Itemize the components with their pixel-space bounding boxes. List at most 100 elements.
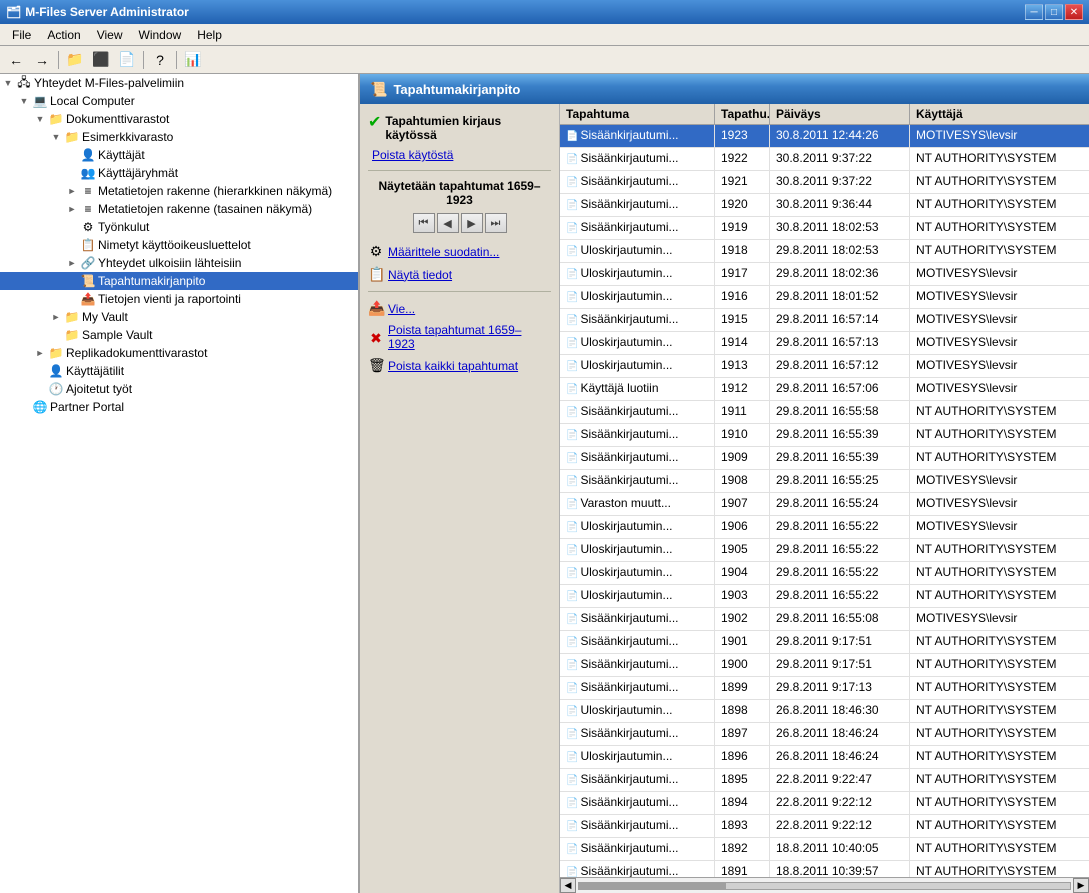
- tree-item-7[interactable]: ►≡Metatietojen rakenne (tasainen näkymä): [0, 200, 358, 218]
- tree-item-1[interactable]: ▼💻Local Computer: [0, 92, 358, 110]
- table-row[interactable]: 📄Sisäänkirjautumi... 1909 29.8.2011 16:5…: [560, 447, 1089, 470]
- report-button[interactable]: 📊: [181, 49, 205, 71]
- col-header-num[interactable]: Tapathu...: [715, 104, 770, 124]
- tree-expand-icon[interactable]: [64, 219, 80, 235]
- show-info-action[interactable]: 📋 Näytä tiedot: [368, 266, 551, 283]
- tree-item-3[interactable]: ▼📁Esimerkkivarasto: [0, 128, 358, 146]
- table-row[interactable]: 📄Sisäänkirjautumi... 1900 29.8.2011 9:17…: [560, 654, 1089, 677]
- tree-expand-icon[interactable]: [64, 291, 80, 307]
- table-row[interactable]: 📄Uloskirjautumin... 1905 29.8.2011 16:55…: [560, 539, 1089, 562]
- delete-all-action[interactable]: 🗑 Poista kaikki tapahtumat: [368, 357, 551, 374]
- tree-item-8[interactable]: ⚙Työnkulut: [0, 218, 358, 236]
- table-row[interactable]: 📄Uloskirjautumin... 1913 29.8.2011 16:57…: [560, 355, 1089, 378]
- tree-expand-icon[interactable]: ▼: [16, 93, 32, 109]
- scroll-track[interactable]: [578, 882, 1071, 890]
- table-row[interactable]: 📄Uloskirjautumin... 1906 29.8.2011 16:55…: [560, 516, 1089, 539]
- tree-expand-icon[interactable]: [64, 237, 80, 253]
- tree-expand-icon[interactable]: ►: [64, 201, 80, 217]
- table-row[interactable]: 📄Sisäänkirjautumi... 1895 22.8.2011 9:22…: [560, 769, 1089, 792]
- export-action[interactable]: 📤 Vie...: [368, 300, 551, 317]
- filter-link[interactable]: Määrittele suodatin...: [388, 245, 499, 259]
- table-row[interactable]: 📄Sisäänkirjautumi... 1891 18.8.2011 10:3…: [560, 861, 1089, 877]
- tree-expand-icon[interactable]: [64, 165, 80, 181]
- table-row[interactable]: 📄Uloskirjautumin... 1916 29.8.2011 18:01…: [560, 286, 1089, 309]
- tree-item-13[interactable]: ►📁My Vault: [0, 308, 358, 326]
- table-row[interactable]: 📄Sisäänkirjautumi... 1910 29.8.2011 16:5…: [560, 424, 1089, 447]
- table-row[interactable]: 📄Uloskirjautumin... 1917 29.8.2011 18:02…: [560, 263, 1089, 286]
- tree-item-12[interactable]: 📤Tietojen vienti ja raportointi: [0, 290, 358, 308]
- menu-file[interactable]: File: [4, 26, 39, 44]
- table-row[interactable]: 📄Uloskirjautumin... 1918 29.8.2011 18:02…: [560, 240, 1089, 263]
- table-row[interactable]: 📄Uloskirjautumin... 1896 26.8.2011 18:46…: [560, 746, 1089, 769]
- forward-button[interactable]: →: [30, 49, 54, 71]
- back-button[interactable]: ←: [4, 49, 28, 71]
- table-row[interactable]: 📄Sisäänkirjautumi... 1911 29.8.2011 16:5…: [560, 401, 1089, 424]
- scroll-left-button[interactable]: ◀: [560, 878, 576, 893]
- tree-expand-icon[interactable]: ►: [32, 345, 48, 361]
- nav-last-button[interactable]: ⏭: [485, 213, 507, 233]
- scroll-right-button[interactable]: ▶: [1073, 878, 1089, 893]
- tree-expand-icon[interactable]: ►: [64, 183, 80, 199]
- toolbar-btn-3[interactable]: 📄: [115, 49, 139, 71]
- tree-item-6[interactable]: ►≡Metatietojen rakenne (hierarkkinen näk…: [0, 182, 358, 200]
- tree-item-11[interactable]: 📜Tapahtumakirjanpito: [0, 272, 358, 290]
- table-row[interactable]: 📄Sisäänkirjautumi... 1899 29.8.2011 9:17…: [560, 677, 1089, 700]
- tree-expand-icon[interactable]: [16, 399, 32, 415]
- tree-item-16[interactable]: 👤Käyttäjätilit: [0, 362, 358, 380]
- tree-expand-icon[interactable]: ►: [64, 255, 80, 271]
- filter-action[interactable]: ⚙ Määrittele suodatin...: [368, 243, 551, 260]
- minimize-button[interactable]: ─: [1025, 4, 1043, 20]
- menu-window[interactable]: Window: [131, 26, 190, 44]
- show-info-link[interactable]: Näytä tiedot: [388, 268, 452, 282]
- table-row[interactable]: 📄Sisäänkirjautumi... 1901 29.8.2011 9:17…: [560, 631, 1089, 654]
- table-row[interactable]: 📄Uloskirjautumin... 1898 26.8.2011 18:46…: [560, 700, 1089, 723]
- tree-expand-icon[interactable]: ▼: [32, 111, 48, 127]
- table-row[interactable]: 📄Sisäänkirjautumi... 1902 29.8.2011 16:5…: [560, 608, 1089, 631]
- tree-item-17[interactable]: 🕐Ajoitetut työt: [0, 380, 358, 398]
- tree-item-14[interactable]: 📁Sample Vault: [0, 326, 358, 344]
- table-row[interactable]: 📄Sisäänkirjautumi... 1915 29.8.2011 16:5…: [560, 309, 1089, 332]
- tree-expand-icon[interactable]: ►: [48, 309, 64, 325]
- close-button[interactable]: ✕: [1065, 4, 1083, 20]
- table-row[interactable]: 📄Varaston muutt... 1907 29.8.2011 16:55:…: [560, 493, 1089, 516]
- col-header-user[interactable]: Käyttäjä: [910, 104, 1089, 124]
- tree-item-4[interactable]: 👤Käyttäjät: [0, 146, 358, 164]
- disable-link[interactable]: Poista käytöstä: [368, 148, 551, 162]
- tree-expand-icon[interactable]: [64, 147, 80, 163]
- menu-view[interactable]: View: [89, 26, 131, 44]
- tree-item-10[interactable]: ►🔗Yhteydet ulkoisiin lähteisiin: [0, 254, 358, 272]
- table-row[interactable]: 📄Sisäänkirjautumi... 1893 22.8.2011 9:22…: [560, 815, 1089, 838]
- tree-expand-icon[interactable]: [32, 363, 48, 379]
- nav-prev-button[interactable]: ◀: [437, 213, 459, 233]
- tree-item-0[interactable]: ▼🖧Yhteydet M-Files-palvelimiin: [0, 74, 358, 92]
- tree-expand-icon[interactable]: [32, 381, 48, 397]
- table-row[interactable]: 📄Sisäänkirjautumi... 1919 30.8.2011 18:0…: [560, 217, 1089, 240]
- tree-expand-icon[interactable]: [48, 327, 64, 343]
- tree-item-18[interactable]: 🌐Partner Portal: [0, 398, 358, 416]
- table-row[interactable]: 📄Uloskirjautumin... 1903 29.8.2011 16:55…: [560, 585, 1089, 608]
- table-row[interactable]: 📄Sisäänkirjautumi... 1920 30.8.2011 9:36…: [560, 194, 1089, 217]
- nav-next-button[interactable]: ▶: [461, 213, 483, 233]
- table-row[interactable]: 📄Sisäänkirjautumi... 1892 18.8.2011 10:4…: [560, 838, 1089, 861]
- tree-item-5[interactable]: 👥Käyttäjäryhmät: [0, 164, 358, 182]
- delete-range-action[interactable]: ✖ Poista tapahtumat 1659–1923: [368, 323, 551, 351]
- help-button[interactable]: ?: [148, 49, 172, 71]
- col-header-date[interactable]: Päiväys: [770, 104, 910, 124]
- table-row[interactable]: 📄Sisäänkirjautumi... 1921 30.8.2011 9:37…: [560, 171, 1089, 194]
- delete-range-link[interactable]: Poista tapahtumat 1659–1923: [388, 323, 521, 351]
- tree-expand-icon[interactable]: ▼: [48, 129, 64, 145]
- tree-item-9[interactable]: 📋Nimetyt käyttöoikeusluettelot: [0, 236, 358, 254]
- table-row[interactable]: 📄Uloskirjautumin... 1904 29.8.2011 16:55…: [560, 562, 1089, 585]
- menu-help[interactable]: Help: [189, 26, 230, 44]
- tree-item-2[interactable]: ▼📁Dokumenttivarastot: [0, 110, 358, 128]
- tree-item-15[interactable]: ►📁Replikadokumenttivarastot: [0, 344, 358, 362]
- table-row[interactable]: 📄Sisäänkirjautumi... 1923 30.8.2011 12:4…: [560, 125, 1089, 148]
- horizontal-scrollbar[interactable]: ◀ ▶: [560, 877, 1089, 893]
- toolbar-btn-1[interactable]: 📁: [63, 49, 87, 71]
- delete-all-link[interactable]: Poista kaikki tapahtumat: [388, 359, 518, 373]
- tree-expand-icon[interactable]: [64, 273, 80, 289]
- scroll-thumb[interactable]: [579, 883, 726, 889]
- table-row[interactable]: 📄Uloskirjautumin... 1914 29.8.2011 16:57…: [560, 332, 1089, 355]
- table-row[interactable]: 📄Sisäänkirjautumi... 1894 22.8.2011 9:22…: [560, 792, 1089, 815]
- toolbar-btn-2[interactable]: ⬛: [89, 49, 113, 71]
